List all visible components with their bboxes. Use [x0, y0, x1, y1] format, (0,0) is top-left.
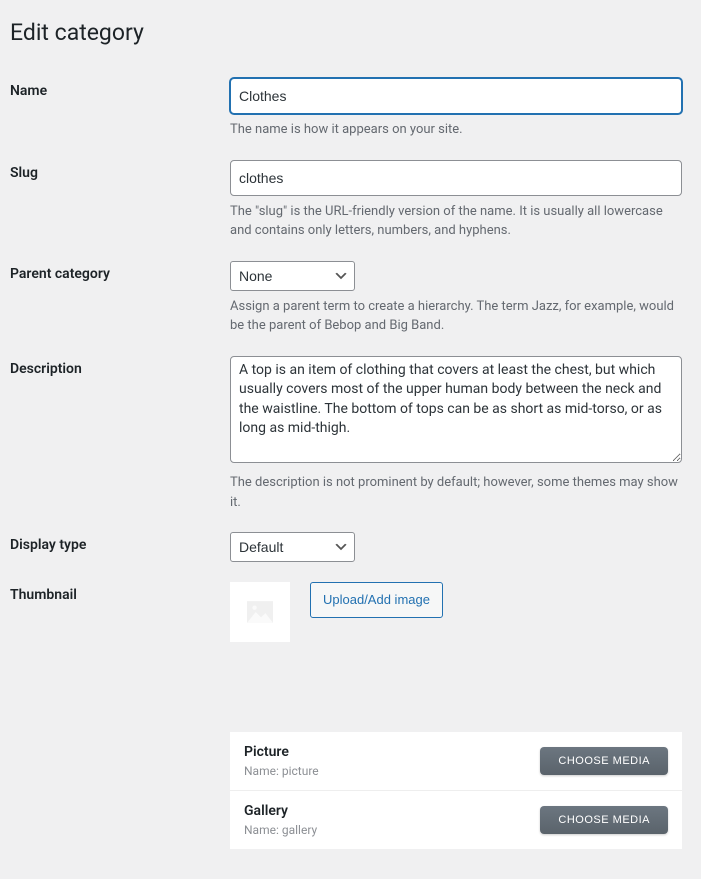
slug-label: Slug [10, 160, 230, 181]
media-info-picture: Picture Name: picture [244, 744, 319, 778]
description-row: Description A top is an item of clothing… [10, 356, 691, 513]
media-info-gallery: Gallery Name: gallery [244, 803, 317, 837]
slug-field-wrap: The "slug" is the URL-friendly version o… [230, 160, 682, 241]
media-name-picture: Name: picture [244, 764, 319, 778]
slug-input[interactable] [230, 160, 682, 196]
page-title: Edit category [10, 10, 691, 50]
image-placeholder-icon [247, 601, 273, 623]
display-type-row: Display type Default [10, 532, 691, 562]
choose-media-picture-button[interactable]: CHOOSE MEDIA [540, 747, 668, 775]
name-row: Name The name is how it appears on your … [10, 78, 691, 140]
parent-help: Assign a parent term to create a hierarc… [230, 297, 682, 336]
thumbnail-placeholder [230, 582, 290, 642]
edit-category-form: Name The name is how it appears on your … [10, 78, 691, 849]
name-input[interactable] [230, 78, 682, 114]
parent-field-wrap: None Assign a parent term to create a hi… [230, 261, 682, 336]
thumbnail-field-wrap: Upload/Add image Picture Name: picture C… [230, 582, 682, 849]
slug-help: The "slug" is the URL-friendly version o… [230, 202, 682, 241]
parent-row: Parent category None Assign a parent ter… [10, 261, 691, 336]
parent-select[interactable]: None [230, 261, 355, 291]
media-title-picture: Picture [244, 744, 319, 760]
media-row-picture: Picture Name: picture CHOOSE MEDIA [230, 732, 682, 791]
thumbnail-row: Thumbnail Upload/Add image Picture Name:… [10, 582, 691, 849]
parent-label: Parent category [10, 261, 230, 282]
media-row-gallery: Gallery Name: gallery CHOOSE MEDIA [230, 791, 682, 849]
name-label: Name [10, 78, 230, 99]
name-field-wrap: The name is how it appears on your site. [230, 78, 682, 140]
upload-image-button[interactable]: Upload/Add image [310, 582, 443, 618]
description-field-wrap: A top is an item of clothing that covers… [230, 356, 682, 513]
name-help: The name is how it appears on your site. [230, 120, 682, 140]
media-name-gallery: Name: gallery [244, 823, 317, 837]
display-type-select[interactable]: Default [230, 532, 355, 562]
description-textarea[interactable]: A top is an item of clothing that covers… [230, 356, 682, 464]
slug-row: Slug The "slug" is the URL-friendly vers… [10, 160, 691, 241]
media-title-gallery: Gallery [244, 803, 317, 819]
thumbnail-label: Thumbnail [10, 582, 230, 603]
description-help: The description is not prominent by defa… [230, 473, 682, 512]
description-label: Description [10, 356, 230, 377]
choose-media-gallery-button[interactable]: CHOOSE MEDIA [540, 806, 668, 834]
display-type-label: Display type [10, 532, 230, 553]
display-type-field-wrap: Default [230, 532, 682, 562]
media-fields-section: Picture Name: picture CHOOSE MEDIA Galle… [230, 732, 682, 849]
